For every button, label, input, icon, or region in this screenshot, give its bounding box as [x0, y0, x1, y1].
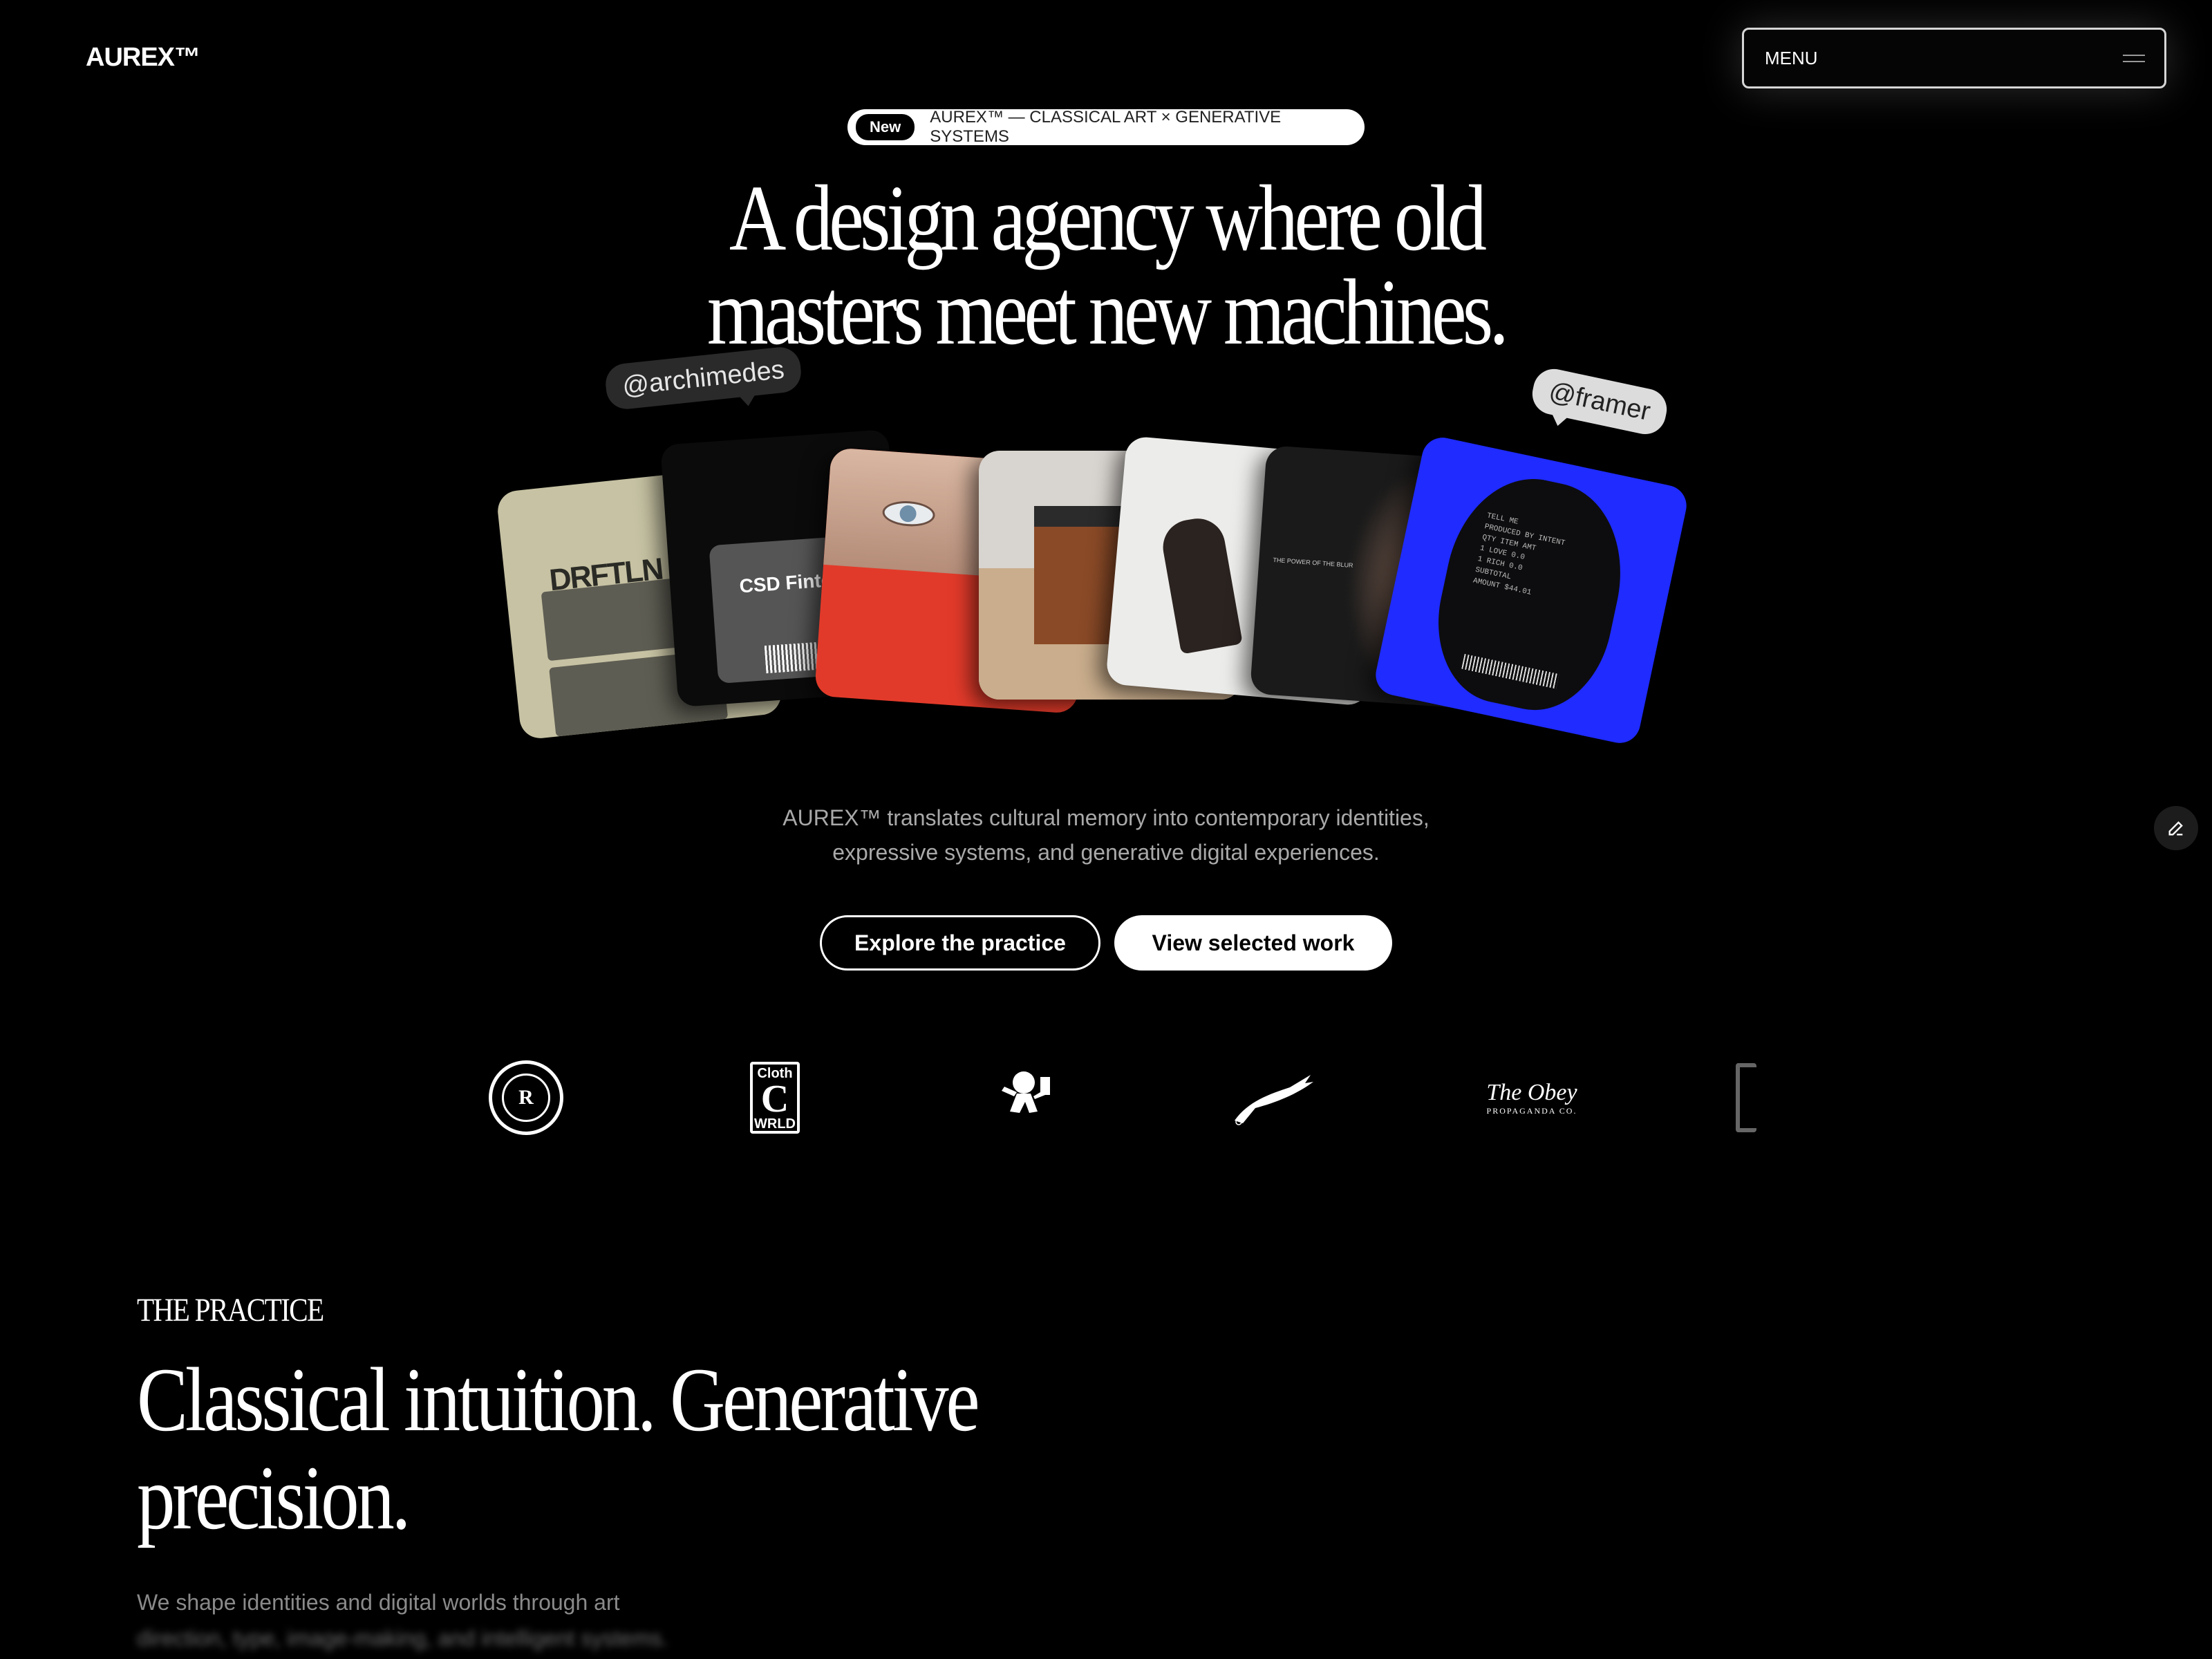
cloth-bottom-text: WRLD [754, 1116, 796, 1132]
seated-figure [1159, 514, 1243, 655]
client-logo-cloth-world: Cloth C WRLD [730, 1056, 820, 1139]
seal-emblem-icon: R [489, 1060, 563, 1135]
announcement-text: AUREX™ — CLASSICAL ART × GENERATIVE SYST… [930, 108, 1282, 146]
card-blue-receipt[interactable]: TELL ME PRODUCED BY INTENT QTY ITEM AMT … [1371, 433, 1691, 747]
running-mascot-icon [1002, 1071, 1050, 1113]
blur-caption: THE POWER OF THE BLUR [1273, 556, 1353, 569]
section-eyebrow: THE PRACTICE [137, 1292, 324, 1329]
eye [881, 499, 936, 528]
hero-headline: A design agency where old masters meet n… [583, 171, 1629, 359]
announcement-pill[interactable]: New AUREX™ — CLASSICAL ART × GENERATIVE … [847, 108, 1365, 146]
hamburger-icon [2123, 53, 2145, 63]
obey-subtitle: PROPAGANDA CO. [1486, 1105, 1577, 1116]
bracket-logo-icon [1736, 1063, 1756, 1132]
obey-title: The Obey [1486, 1079, 1577, 1105]
gazelle-icon [1235, 1075, 1313, 1125]
hero-description: AUREX™ translates cultural memory into c… [691, 800, 1521, 870]
section-body: We shape identities and digital worlds t… [137, 1584, 731, 1656]
edit-button[interactable] [2154, 806, 2198, 850]
headline-line-2: masters meet new machines. [706, 261, 1509, 364]
section-title-line-2: precision. [137, 1447, 411, 1548]
view-work-button[interactable]: View selected work [1114, 915, 1392, 971]
client-logo-seal: R [481, 1056, 571, 1139]
new-badge: New [856, 114, 915, 140]
client-logo-obey: The Obey PROPAGANDA CO. [1477, 1056, 1587, 1139]
pencil-icon [2168, 821, 2183, 836]
laurel-wreath-icon: The Obey PROPAGANDA CO. [1486, 1080, 1577, 1116]
section-title: Classical intuition. Generative precisio… [137, 1351, 1066, 1547]
description-line-2: expressive systems, and generative digit… [832, 840, 1380, 865]
menu-button[interactable]: MENU [1742, 28, 2166, 88]
cloth-world-icon: Cloth C WRLD [750, 1062, 800, 1134]
section-body-line-1: We shape identities and digital worlds t… [137, 1590, 620, 1615]
headline-line-1: A design agency where old [729, 167, 1487, 270]
brand-logo[interactable]: AUREX™ [86, 43, 200, 73]
client-logo-gazelle [1228, 1056, 1318, 1139]
section-body-line-2: direction, type, image-making, and intel… [137, 1626, 668, 1651]
explore-practice-button[interactable]: Explore the practice [820, 915, 1100, 971]
menu-label: MENU [1765, 47, 1818, 68]
client-logo-partial [1725, 1056, 1767, 1139]
section-title-line-1: Classical intuition. Generative [137, 1349, 980, 1450]
description-line-1: AUREX™ translates cultural memory into c… [782, 805, 1430, 830]
client-logo-mascot [979, 1056, 1069, 1139]
cloth-letter: C [760, 1078, 789, 1121]
receipt-text: TELL ME PRODUCED BY INTENT QTY ITEM AMT … [1472, 511, 1568, 603]
tag-framer: @framer [1528, 365, 1671, 438]
